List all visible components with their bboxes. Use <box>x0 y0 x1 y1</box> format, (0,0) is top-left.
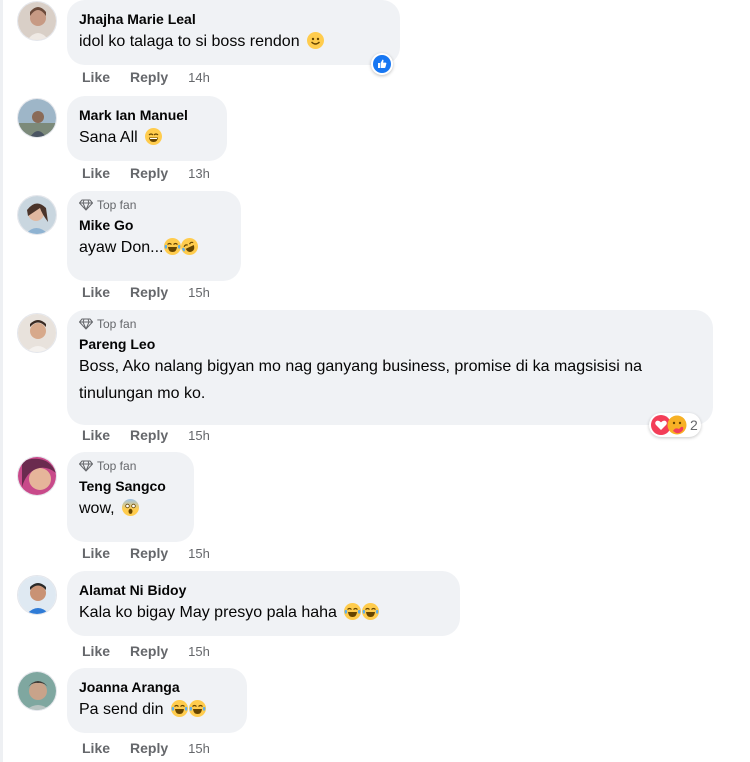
reply-button[interactable]: Reply <box>130 545 168 561</box>
comment-author[interactable]: Alamat Ni Bidoy <box>79 581 448 599</box>
diamond-icon <box>79 318 93 329</box>
comment-author[interactable]: Teng Sangco <box>79 477 182 495</box>
top-fan-label: Top fan <box>97 197 137 212</box>
joy-emoji-icon <box>188 700 206 717</box>
comment-text-content: Kala ko bigay May presyo pala haha <box>79 604 337 621</box>
top-fan-badge[interactable]: Top fan <box>79 458 182 473</box>
like-button[interactable]: Like <box>82 427 110 443</box>
avatar[interactable] <box>17 1 57 41</box>
comment-text-content: Boss, Ako nalang bigyan mo nag ganyang b… <box>79 358 642 402</box>
comment-text: Boss, Ako nalang bigyan mo nag ganyang b… <box>79 353 679 407</box>
comment-text: wow, <box>79 495 182 522</box>
comment-text-content: wow, <box>79 500 115 517</box>
comment-actions: Like Reply 15h <box>82 739 210 757</box>
comment-actions: Like Reply 15h <box>82 642 210 660</box>
like-reaction-badge[interactable] <box>371 53 393 75</box>
avatar[interactable] <box>17 313 57 353</box>
reply-button[interactable]: Reply <box>130 284 168 300</box>
reply-button[interactable]: Reply <box>130 165 168 181</box>
reply-button[interactable]: Reply <box>130 740 168 756</box>
comment-text-content: Sana All <box>79 129 138 146</box>
reply-button[interactable]: Reply <box>130 643 168 659</box>
comment-bubble: Alamat Ni Bidoy Kala ko bigay May presyo… <box>67 571 460 636</box>
comment-actions: Like Reply 15h <box>82 544 210 562</box>
comment-text: Pa send din <box>79 696 235 723</box>
comment-author[interactable]: Jhajha Marie Leal <box>79 10 388 28</box>
comment-text: idol ko talaga to si boss rendon <box>79 28 388 55</box>
grin-emoji-icon <box>145 128 163 145</box>
avatar[interactable] <box>17 575 57 615</box>
care-reaction-icon <box>667 415 687 435</box>
reaction-count: 2 <box>690 417 698 433</box>
joy-emoji-icon <box>170 700 188 717</box>
like-button[interactable]: Like <box>82 643 110 659</box>
comment-timestamp[interactable]: 15h <box>188 546 210 561</box>
comment-text: ayaw Don... <box>79 234 229 261</box>
reply-button[interactable]: Reply <box>130 69 168 85</box>
comment-bubble: Jhajha Marie Leal idol ko talaga to si b… <box>67 0 400 65</box>
top-fan-badge[interactable]: Top fan <box>79 316 701 331</box>
comment-author[interactable]: Mark Ian Manuel <box>79 106 215 124</box>
joy-emoji-icon <box>344 603 362 620</box>
reaction-summary[interactable]: 2 <box>649 413 701 437</box>
rofl-emoji-icon <box>178 235 202 258</box>
comment-text: Kala ko bigay May presyo pala haha <box>79 599 448 626</box>
avatar[interactable] <box>17 98 57 138</box>
scream-emoji-icon <box>122 499 140 516</box>
top-fan-badge[interactable]: Top fan <box>79 197 229 212</box>
smile-emoji-icon <box>307 32 325 49</box>
comment-text: Sana All <box>79 124 215 151</box>
avatar[interactable] <box>17 195 57 235</box>
comment-text-content: ayaw Don... <box>79 239 164 256</box>
left-edge-divider <box>0 0 3 762</box>
comment-timestamp[interactable]: 15h <box>188 285 210 300</box>
comment-bubble: Top fan Teng Sangco wow, <box>67 452 194 542</box>
comment-text-content: Pa send din <box>79 701 164 718</box>
joy-emoji-icon <box>362 603 380 620</box>
top-fan-label: Top fan <box>97 316 137 331</box>
comment-actions: Like Reply 15h <box>82 426 210 444</box>
comment-timestamp[interactable]: 15h <box>188 644 210 659</box>
comment-timestamp[interactable]: 14h <box>188 70 210 85</box>
top-fan-label: Top fan <box>97 458 137 473</box>
avatar[interactable] <box>17 671 57 711</box>
like-button[interactable]: Like <box>82 545 110 561</box>
comment-bubble: Mark Ian Manuel Sana All <box>67 96 227 161</box>
reply-button[interactable]: Reply <box>130 427 168 443</box>
like-thumb-icon <box>373 55 391 73</box>
comment-timestamp[interactable]: 15h <box>188 428 210 443</box>
like-button[interactable]: Like <box>82 69 110 85</box>
comment-bubble: Top fan Mike Go ayaw Don... <box>67 191 241 281</box>
comment-actions: Like Reply 13h <box>82 164 210 182</box>
comment-actions: Like Reply 14h <box>82 68 210 86</box>
comment-bubble: Joanna Aranga Pa send din <box>67 668 247 733</box>
like-button[interactable]: Like <box>82 165 110 181</box>
comment-author[interactable]: Mike Go <box>79 216 229 234</box>
comment-author[interactable]: Joanna Aranga <box>79 678 235 696</box>
comment-text-content: idol ko talaga to si boss rendon <box>79 33 300 50</box>
like-button[interactable]: Like <box>82 284 110 300</box>
like-button[interactable]: Like <box>82 740 110 756</box>
avatar[interactable] <box>17 456 57 496</box>
comment-author[interactable]: Pareng Leo <box>79 335 701 353</box>
comment-timestamp[interactable]: 15h <box>188 741 210 756</box>
comment-bubble: Top fan Pareng Leo Boss, Ako nalang bigy… <box>67 310 713 425</box>
joy-emoji-icon <box>164 238 182 255</box>
diamond-icon <box>79 460 93 471</box>
diamond-icon <box>79 199 93 210</box>
comment-timestamp[interactable]: 13h <box>188 166 210 181</box>
comment-actions: Like Reply 15h <box>82 283 210 301</box>
